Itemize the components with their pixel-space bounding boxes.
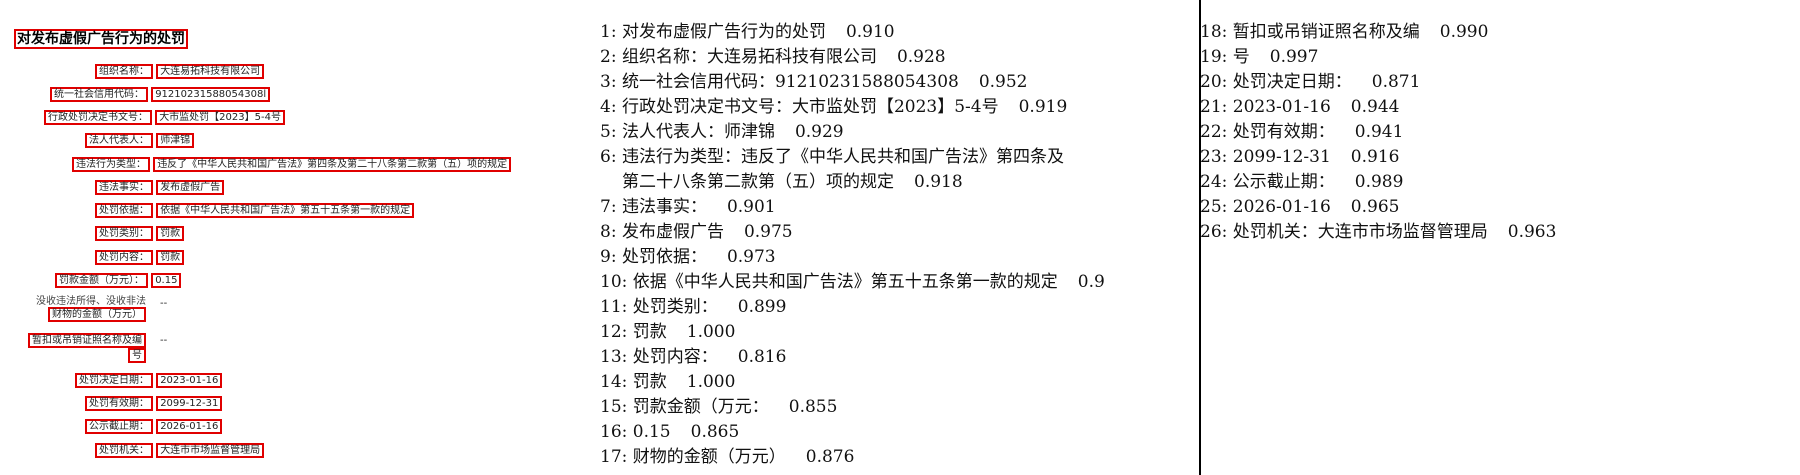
ocr-row: 19: 号 0.997: [1200, 47, 1319, 67]
ocr-row: 15: 罚款金额（万元： 0.855: [600, 397, 838, 417]
document-title: 对发布虚假广告行为的处罚: [14, 29, 188, 49]
ocr-row: 2: 组织名称：大连易拓科技有限公司 0.928: [600, 47, 946, 67]
field-confiscation-label: 没收违法所得、没收非法 财物的金额（万元）: [36, 296, 146, 322]
field-confiscation-value: --: [160, 298, 168, 309]
ocr-row: 16: 0.15 0.865: [600, 422, 740, 442]
ocr-row: 6: 违法行为类型：违反了《中华人民共和国广告法》第四条及: [600, 147, 1064, 167]
annotated-document-image: 对发布虚假广告行为的处罚 组织名称： 大连易拓科技有限公司 统一社会信用代码： …: [0, 0, 580, 475]
ocr-row: 23: 2099-12-31 0.916: [1200, 147, 1400, 167]
ocr-row: 11: 处罚类别： 0.899: [600, 297, 787, 317]
ocr-results-list-left: 1: 对发布虚假广告行为的处罚 0.910 2: 组织名称：大连易拓科技有限公司 0…: [600, 20, 1198, 470]
ocr-row: 13: 处罚内容： 0.816: [600, 347, 787, 367]
field-penalty-content: 处罚内容： 罚款: [95, 250, 185, 265]
field-license-value: --: [160, 335, 168, 346]
ocr-row: 14: 罚款 1.000: [600, 372, 736, 392]
ocr-row: 8: 发布虚假广告 0.975: [600, 222, 793, 242]
ocr-row: 21: 2023-01-16 0.944: [1200, 97, 1400, 117]
field-penalty-category: 处罚类别： 罚款: [95, 226, 185, 241]
ocr-row: 3: 统一社会信用代码：91210231588054308 0.952: [600, 72, 1028, 92]
field-violation-type: 违法行为类型： 违反了《中华人民共和国广告法》第四条及第二十八条第二款第（五）项…: [72, 157, 512, 172]
ocr-row: 12: 罚款 1.000: [600, 322, 736, 342]
field-credit-code: 统一社会信用代码： 91210231588054308l: [50, 87, 271, 102]
ocr-row: 10: 依据《中华人民共和国广告法》第五十五条第一款的规定 0.9: [600, 272, 1105, 292]
ocr-row: 9: 处罚依据： 0.973: [600, 247, 776, 267]
field-org-name: 组织名称： 大连易拓科技有限公司: [95, 64, 265, 79]
ocr-row: 7: 违法事实： 0.901: [600, 197, 776, 217]
field-penalty-authority: 处罚机关： 大连市市场监督管理局: [95, 443, 265, 458]
field-valid-until: 处罚有效期： 2099-12-31: [85, 396, 223, 411]
ocr-row: 20: 处罚决定日期： 0.871: [1200, 72, 1421, 92]
ocr-results-list-right: 18: 暂扣或吊销证照名称及编 0.990 19: 号 0.997 20: 处罚决定…: [1200, 20, 1790, 245]
ocr-row: 26: 处罚机关：大连市市场监督管理局 0.963: [1200, 222, 1557, 242]
ocr-row: 1: 对发布虚假广告行为的处罚 0.910: [600, 22, 895, 42]
field-decision-date: 处罚决定日期： 2023-01-16: [75, 373, 223, 388]
ocr-row: 17: 财物的金额（万元） 0.876: [600, 447, 855, 467]
ocr-row-continuation: 第二十八条第二款第（五）项的规定 0.918: [622, 172, 963, 192]
field-publicity-end: 公示截止期： 2026-01-16: [85, 419, 223, 434]
field-violation-fact: 违法事实： 发布虚假广告: [95, 180, 225, 195]
field-legal-rep: 法人代表人： 师津锦: [85, 133, 195, 148]
field-fine-amount: 罚款金额（万元）： 0.15: [55, 273, 182, 288]
field-penalty-basis: 处罚依据： 依据《中华人民共和国广告法》第五十五条第一款的规定: [95, 203, 415, 218]
ocr-row: 22: 处罚有效期： 0.941: [1200, 122, 1404, 142]
ocr-row: 4: 行政处罚决定书文号：大市监处罚【2023】5-4号 0.919: [600, 97, 1068, 117]
field-decision-no: 行政处罚决定书文号： 大市监处罚【2023】5-4号: [44, 110, 285, 125]
ocr-row: 25: 2026-01-16 0.965: [1200, 197, 1400, 217]
ocr-row: 24: 公示截止期： 0.989: [1200, 172, 1404, 192]
field-license-label: 暂扣或吊销证照名称及编 号: [16, 333, 146, 363]
ocr-row: 18: 暂扣或吊销证照名称及编 0.990: [1200, 22, 1489, 42]
ocr-row: 5: 法人代表人：师津锦 0.929: [600, 122, 844, 142]
